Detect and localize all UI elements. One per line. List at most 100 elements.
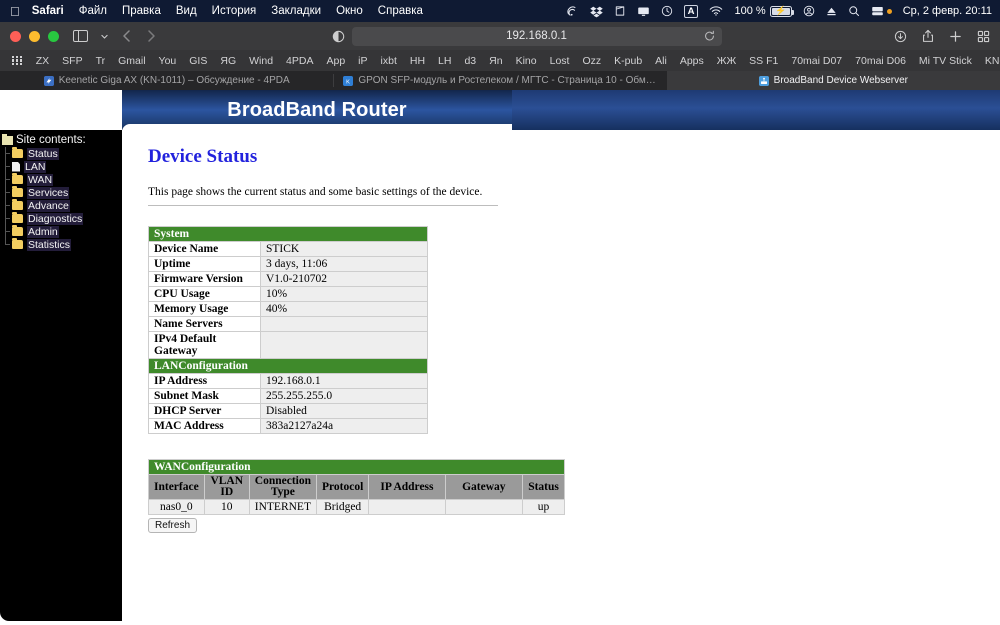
sidebar-item-services[interactable]: Services xyxy=(2,186,122,199)
sidebar-item-label: WAN xyxy=(27,173,54,186)
apple-menu-icon[interactable]:  xyxy=(10,5,20,18)
bookmark-item[interactable]: 4PDA xyxy=(286,55,313,67)
reload-icon[interactable] xyxy=(704,30,715,42)
bookmark-item[interactable]: Mi TV Stick xyxy=(919,55,972,67)
bookmark-item[interactable]: ЖЖ xyxy=(717,55,736,67)
bookmark-item[interactable]: Ozz xyxy=(582,55,601,67)
browser-tab-active[interactable]: BroadBand Device Webserver xyxy=(666,71,1000,90)
bookmark-item[interactable]: ЯG xyxy=(220,55,236,67)
row-key: CPU Usage xyxy=(148,286,261,302)
bookmark-item[interactable]: d3 xyxy=(464,55,476,67)
bookmark-item[interactable]: Tr xyxy=(96,55,106,67)
notification-center-icon[interactable] xyxy=(871,5,892,17)
battery-icon: ⚡ xyxy=(769,5,794,17)
bookmark-item[interactable]: SFP xyxy=(62,55,82,67)
bookmark-item[interactable]: ZX xyxy=(36,55,49,67)
airdrop-icon[interactable] xyxy=(566,5,579,18)
menu-item-help[interactable]: Справка xyxy=(378,5,423,17)
bookmark-item[interactable]: Kino xyxy=(516,55,537,67)
row-key: Memory Usage xyxy=(148,301,261,317)
bookmark-item[interactable]: HH xyxy=(410,55,425,67)
tab-overview-button[interactable] xyxy=(977,30,990,43)
spotlight-search-icon[interactable] xyxy=(848,5,860,17)
row-key: Name Servers xyxy=(148,316,261,332)
address-bar[interactable]: 192.168.0.1 xyxy=(351,26,722,46)
menu-item-safari[interactable]: Safari xyxy=(32,5,64,17)
dropbox-icon[interactable] xyxy=(589,5,603,18)
sidebar-item-statistics[interactable]: Statistics xyxy=(2,238,122,251)
bookmark-item[interactable]: Яn xyxy=(489,55,502,67)
back-button[interactable] xyxy=(121,29,133,43)
menu-item-file[interactable]: Файл xyxy=(79,5,107,17)
browser-tab[interactable]: K GPON SFP-модуль и Ростелеком / МГТС - … xyxy=(333,71,666,90)
bookmark-item[interactable]: Apps xyxy=(680,55,704,67)
forward-button[interactable] xyxy=(145,29,157,43)
eject-icon[interactable] xyxy=(826,6,837,17)
close-window-button[interactable] xyxy=(10,30,21,42)
bookmark-item[interactable]: You xyxy=(159,55,177,67)
cell-connection-type: INTERNET xyxy=(248,499,318,515)
tab-title: Keenetic Giga AX (KN-1011) – Обсуждение … xyxy=(58,75,290,86)
time-machine-icon[interactable] xyxy=(661,5,673,17)
external-drive-icon[interactable] xyxy=(614,5,626,17)
site-contents-sidebar: Site contents: Status LAN WAN Services A… xyxy=(0,130,122,621)
row-value: 192.168.0.1 xyxy=(260,373,428,389)
bookmark-item[interactable]: Wind xyxy=(249,55,273,67)
sidebar-item-label: Diagnostics xyxy=(27,212,84,225)
input-source-label: A xyxy=(683,4,699,18)
bookmark-item[interactable]: KN-2710 xyxy=(985,55,1000,67)
new-tab-button[interactable] xyxy=(949,30,962,43)
sidebar-item-lan[interactable]: LAN xyxy=(2,160,122,173)
tab-title: BroadBand Device Webserver xyxy=(773,75,908,86)
menubar-clock[interactable]: Ср, 2 февр. 20:11 xyxy=(903,5,992,17)
bookmark-item[interactable]: 70mai D07 xyxy=(791,55,842,67)
page-icon xyxy=(12,161,20,172)
bookmark-item[interactable]: 70mai D06 xyxy=(855,55,906,67)
bookmark-item[interactable]: GIS xyxy=(189,55,207,67)
sidebar-item-wan[interactable]: WAN xyxy=(2,173,122,186)
sidebar-item-admin[interactable]: Admin xyxy=(2,225,122,238)
battery-status[interactable]: 100 % ⚡ xyxy=(734,5,794,17)
bookmark-item[interactable]: SS F1 xyxy=(749,55,778,67)
share-button[interactable] xyxy=(922,29,934,43)
toolbar-right-buttons xyxy=(894,29,990,43)
browser-tab[interactable]: Keenetic Giga AX (KN-1011) – Обсуждение … xyxy=(0,71,333,90)
menu-item-window[interactable]: Окно xyxy=(336,5,363,17)
downloads-button[interactable] xyxy=(894,30,907,43)
bookmark-item[interactable]: Gmail xyxy=(118,55,145,67)
bookmark-item[interactable]: Ali xyxy=(655,55,667,67)
maximize-window-button[interactable] xyxy=(48,30,59,42)
sidebar-item-status[interactable]: Status xyxy=(2,147,122,160)
refresh-button[interactable]: Refresh xyxy=(148,518,198,533)
input-source-indicator[interactable]: A xyxy=(683,4,699,18)
sidebar-item-diagnostics[interactable]: Diagnostics xyxy=(2,212,122,225)
table-row: Subnet Mask 255.255.255.0 xyxy=(148,388,428,404)
minimize-window-button[interactable] xyxy=(29,30,40,42)
sidebar-options-chevron[interactable] xyxy=(100,32,109,41)
user-account-icon[interactable] xyxy=(803,5,815,17)
bookmark-item[interactable]: K-pub xyxy=(614,55,642,67)
bookmark-item[interactable]: ixbt xyxy=(381,55,397,67)
cell-interface: nas0_0 xyxy=(148,499,205,515)
folder-icon xyxy=(12,186,23,197)
menu-item-history[interactable]: История xyxy=(212,5,257,17)
menu-item-edit[interactable]: Правка xyxy=(122,5,161,17)
display-icon[interactable] xyxy=(637,5,650,18)
folder-icon xyxy=(12,225,23,236)
menu-item-bookmarks[interactable]: Закладки xyxy=(271,5,321,17)
bookmark-item[interactable]: LH xyxy=(438,55,451,67)
svg-text:K: K xyxy=(346,79,350,85)
bookmark-item[interactable]: App xyxy=(326,55,345,67)
bookmark-item[interactable]: iP xyxy=(358,55,367,67)
menu-item-view[interactable]: Вид xyxy=(176,5,197,17)
bookmark-item[interactable]: Lost xyxy=(550,55,570,67)
wifi-icon[interactable] xyxy=(709,5,723,17)
browser-toolbar: 192.168.0.1 xyxy=(0,22,1000,50)
address-bar-area: 192.168.0.1 xyxy=(169,26,884,46)
reader-view-icon[interactable] xyxy=(332,30,345,43)
sidebar-toggle-button[interactable] xyxy=(73,30,88,42)
bookmarks-grid-icon[interactable] xyxy=(12,55,22,66)
table-row: IPv4 Default Gateway xyxy=(148,331,428,359)
sidebar-item-advance[interactable]: Advance xyxy=(2,199,122,212)
table-row: nas0_0 10 INTERNET Bridged up xyxy=(148,499,565,515)
